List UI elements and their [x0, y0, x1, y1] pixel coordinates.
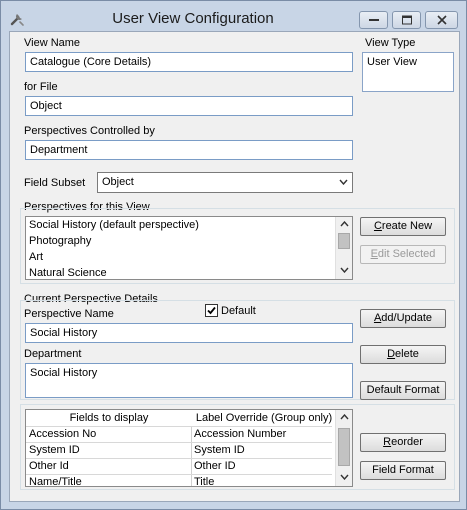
table-cell: System ID [194, 444, 245, 456]
close-button[interactable] [425, 11, 458, 29]
column-divider [191, 443, 192, 458]
column-header-fields[interactable]: Fields to display [26, 410, 192, 426]
fields-grid[interactable]: Fields to display Label Override (Group … [25, 409, 353, 487]
minimize-icon [368, 19, 379, 21]
scroll-down-button[interactable] [336, 470, 352, 486]
perspectives-scrollbar[interactable] [335, 217, 352, 279]
table-row[interactable]: Other Id Other ID [26, 458, 332, 474]
title-bar[interactable]: User View Configuration [1, 1, 466, 35]
restore-icon [401, 15, 412, 25]
column-divider [191, 475, 192, 486]
list-item[interactable]: Social History (default perspective) [26, 217, 352, 233]
perspective-name-label: Perspective Name [24, 308, 114, 320]
for-file-label: for File [24, 81, 58, 93]
scroll-down-button[interactable] [336, 263, 352, 279]
table-cell: Accession Number [194, 428, 287, 440]
minimize-button[interactable] [359, 11, 388, 29]
perspectives-controlled-by-label: Perspectives Controlled by [24, 125, 155, 137]
perspectives-controlled-by-field[interactable]: Department [25, 140, 353, 160]
for-file-field[interactable]: Object [25, 96, 353, 116]
table-cell: Other Id [29, 460, 69, 472]
list-item[interactable]: Art [26, 249, 352, 265]
view-name-field[interactable]: Catalogue (Core Details) [25, 52, 353, 72]
window-title: User View Configuration [112, 10, 274, 27]
department-label: Department [24, 348, 82, 360]
add-update-button[interactable]: Add/Update [360, 309, 446, 328]
chevron-up-icon [340, 414, 349, 420]
column-divider [191, 459, 192, 474]
chevron-down-icon [340, 267, 349, 273]
perspective-name-field[interactable]: Social History [25, 323, 353, 343]
table-cell: Title [194, 476, 215, 487]
close-icon [436, 15, 447, 25]
table-row[interactable]: System ID System ID [26, 442, 332, 458]
table-cell: Name/Title [29, 476, 82, 487]
view-name-label: View Name [24, 37, 81, 49]
reorder-button[interactable]: Reorder [360, 433, 446, 452]
field-subset-value: Object [102, 176, 134, 188]
chevron-down-icon [339, 179, 348, 185]
table-cell: Accession No [29, 428, 97, 440]
table-row[interactable]: Accession No Accession Number [26, 426, 332, 442]
fields-scrollbar[interactable] [335, 410, 352, 486]
create-new-button[interactable]: Create New [360, 217, 446, 236]
scroll-thumb[interactable] [338, 233, 350, 249]
column-divider [191, 427, 192, 442]
perspectives-list[interactable]: Social History (default perspective) Pho… [25, 216, 353, 280]
chevron-up-icon [340, 221, 349, 227]
field-subset-label: Field Subset [24, 177, 86, 189]
scroll-up-button[interactable] [336, 410, 352, 426]
dialog-client-area: View Name Catalogue (Core Details) for F… [9, 31, 460, 502]
list-item[interactable]: Photography [26, 233, 352, 249]
edit-selected-button[interactable]: Edit Selected [360, 245, 446, 264]
delete-button[interactable]: Delete [360, 345, 446, 364]
scroll-up-button[interactable] [336, 217, 352, 233]
checkmark-icon [207, 306, 216, 315]
fields-grid-header: Fields to display Label Override (Group … [26, 410, 352, 426]
default-format-button[interactable]: Default Format [360, 381, 446, 400]
field-subset-select[interactable]: Object [97, 172, 353, 193]
table-row[interactable]: Name/Title Title [26, 474, 332, 487]
restore-button[interactable] [392, 11, 421, 29]
view-type-label: View Type [365, 37, 416, 49]
default-label: Default [221, 305, 256, 317]
department-field[interactable]: Social History [25, 363, 353, 398]
default-checkbox[interactable] [205, 304, 218, 317]
table-cell: Other ID [194, 460, 236, 472]
chevron-down-icon [340, 474, 349, 480]
field-format-button[interactable]: Field Format [360, 461, 446, 480]
list-item[interactable]: Natural Science [26, 265, 352, 279]
user-view-configuration-window: User View Configuration View Name Catalo… [0, 0, 467, 510]
table-cell: System ID [29, 444, 80, 456]
view-type-field: User View [362, 52, 454, 92]
column-header-label-override[interactable]: Label Override (Group only) [194, 410, 334, 426]
scroll-thumb[interactable] [338, 428, 350, 466]
